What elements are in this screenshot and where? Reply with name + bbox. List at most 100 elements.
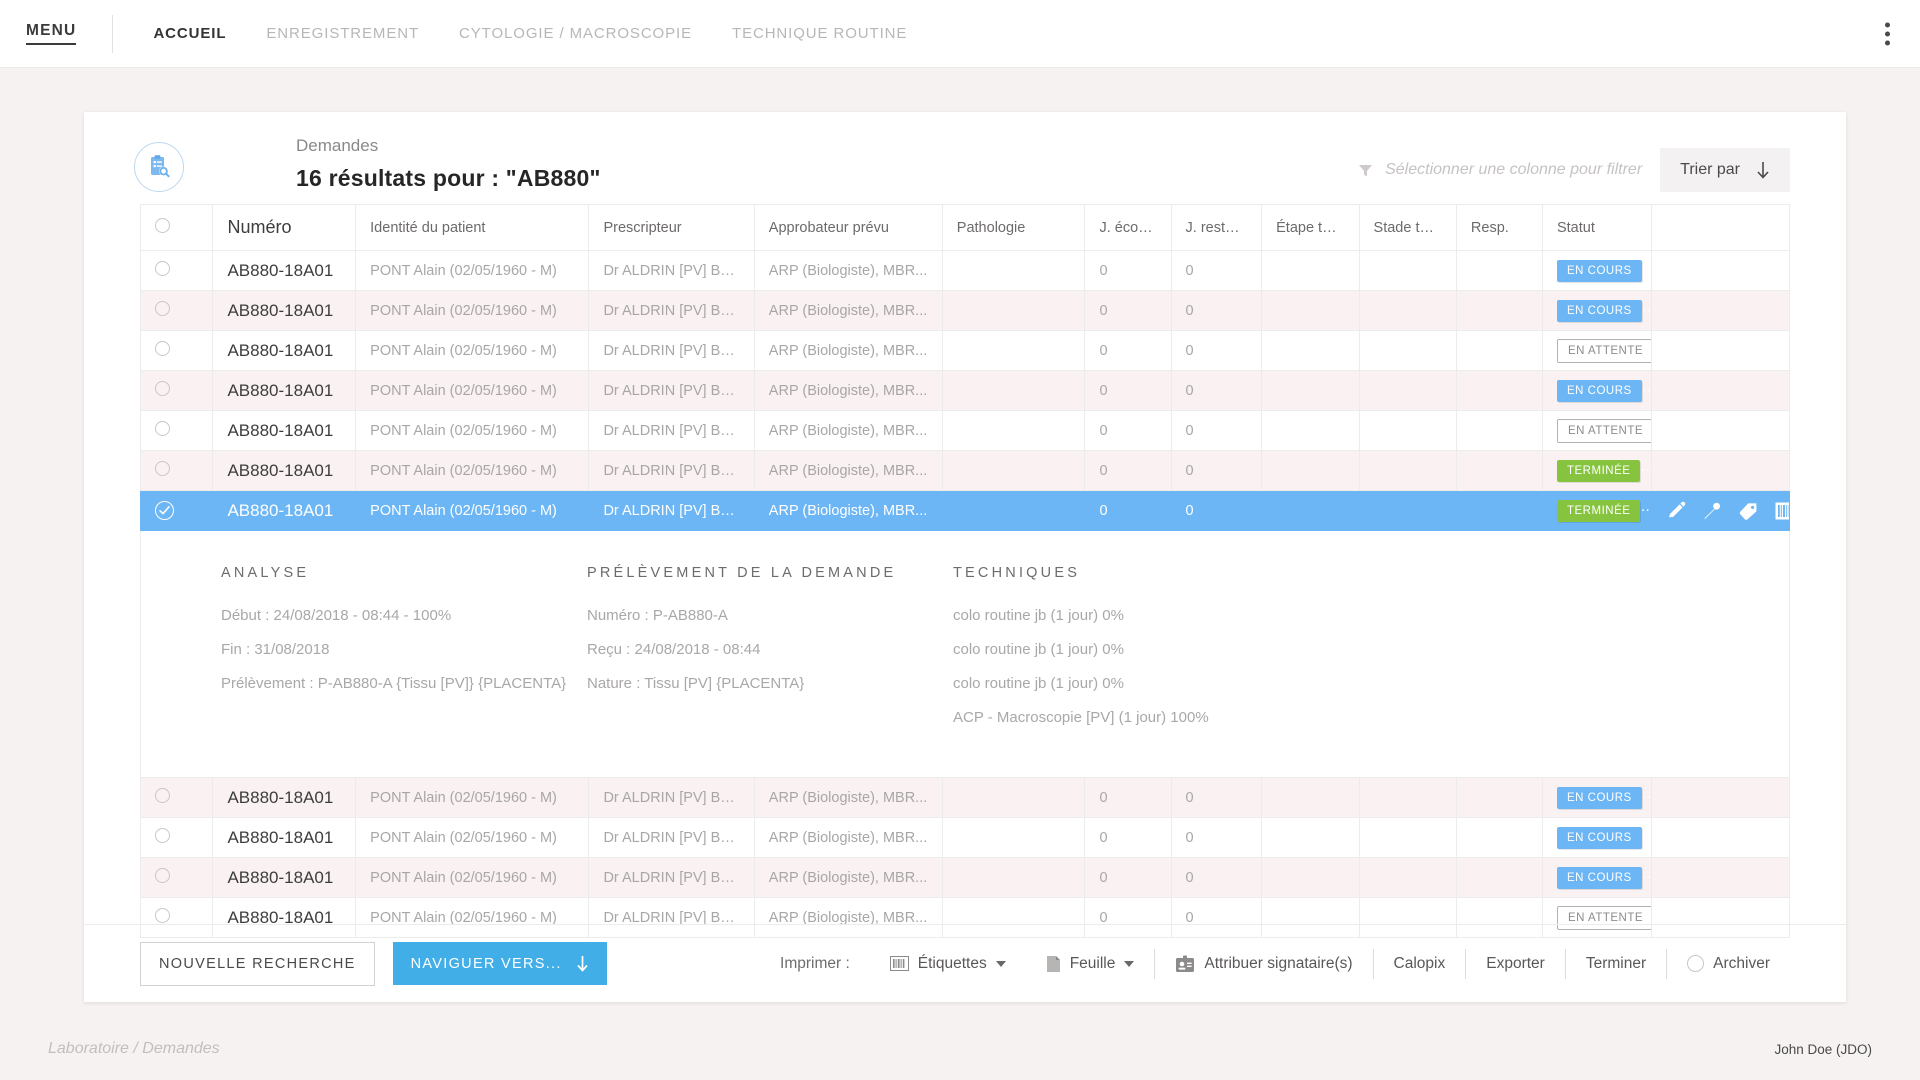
detail-prelevement-line: Nature : Tissu [PV] {PLACENTA} [587, 675, 805, 692]
col-resp[interactable]: Resp. [1455, 204, 1543, 251]
row-select-radio[interactable] [155, 868, 170, 883]
column-filter-selector[interactable]: Sélectionner une colonne pour filtrer [1358, 161, 1642, 179]
bottom-action-bar: NOUVELLE RECHERCHE NAVIGUER VERS... Impr… [84, 924, 1846, 1002]
finish-button[interactable]: Terminer [1566, 955, 1666, 973]
print-labels-label: Étiquettes [917, 954, 987, 972]
table-row[interactable]: AB880-18A01 PONT Alain (02/05/1960 - M) Dr… [139, 330, 1791, 371]
menu-button[interactable]: MENU [26, 22, 77, 45]
cell-pathologie [941, 450, 1086, 491]
status-badge: EN COURS [1556, 259, 1642, 282]
row-select-radio[interactable] [155, 461, 170, 476]
table-row[interactable]: AB880-18A01 PONT Alain (02/05/1960 - M) Dr… [139, 817, 1791, 858]
row-select-cell[interactable] [139, 290, 214, 331]
cell-j-ecoules: 0 [1084, 290, 1172, 331]
tag-icon[interactable] [1738, 501, 1759, 521]
cell-resp [1455, 410, 1543, 451]
calopix-button[interactable]: Calopix [1374, 955, 1466, 973]
cell-j-restants: 0 [1170, 290, 1263, 331]
table-row[interactable]: AB880-18A01 PONT Alain (02/05/1960 - M) Dr… [139, 250, 1791, 291]
col-identite-patient[interactable]: Identité du patient [355, 204, 590, 251]
table-row[interactable]: AB880-18A01 PONT Alain (02/05/1960 - M) Dr… [139, 410, 1791, 451]
status-badge: EN COURS [1556, 379, 1642, 402]
detail-prelevement-title: PRÉLÈVEMENT DE LA DEMANDE [587, 565, 897, 581]
overflow-menu-icon[interactable] [1881, 18, 1894, 49]
nav-item-enregistrement[interactable]: ENREGISTREMENT [266, 25, 419, 42]
table-row[interactable]: AB880-18A01 PONT Alain (02/05/1960 - M) Dr… [139, 777, 1791, 818]
table-row[interactable]: AB880-18A01 PONT Alain (02/05/1960 - M) Dr… [139, 450, 1791, 491]
print-label: Imprimer : [780, 954, 850, 972]
row-select-cell[interactable] [139, 817, 214, 858]
export-button[interactable]: Exporter [1466, 955, 1565, 973]
detail-prelevement-line: Numéro : P-AB880-A [587, 607, 728, 624]
row-select-cell[interactable] [139, 450, 214, 491]
select-all-cell[interactable] [139, 204, 214, 251]
new-search-button[interactable]: NOUVELLE RECHERCHE [140, 941, 375, 986]
row-select-radio[interactable] [155, 908, 170, 923]
cell-j-ecoules: 0 [1084, 490, 1172, 531]
detail-techniques-line: ACP - Macroscopie [PV] (1 jour) 100% [953, 709, 1209, 726]
cell-actions [1650, 777, 1791, 818]
status-badge: EN COURS [1556, 786, 1642, 809]
navigate-to-label: NAVIGUER VERS... [410, 955, 562, 972]
col-j-ecoules[interactable]: J. écoulés [1084, 204, 1172, 251]
col-statut[interactable]: Statut [1541, 204, 1652, 251]
row-select-cell[interactable] [139, 857, 214, 898]
row-select-radio[interactable] [155, 261, 170, 276]
row-select-cell[interactable] [139, 777, 214, 818]
nav-item-accueil[interactable]: ACCUEIL [153, 25, 226, 42]
detail-analyse-line: Début : 24/08/2018 - 08:44 - 100% [221, 607, 452, 624]
row-select-cell[interactable] [139, 370, 214, 411]
select-all-radio[interactable] [155, 218, 170, 233]
row-select-radio[interactable] [155, 421, 170, 436]
col-j-restants[interactable]: J. restants [1170, 204, 1263, 251]
table-row[interactable]: AB880-18A01 PONT Alain (02/05/1960 - M) Dr… [139, 857, 1791, 898]
table-row[interactable]: AB880-18A01 PONT Alain (02/05/1960 - M) Dr… [139, 290, 1791, 331]
row-select-radio[interactable] [155, 788, 170, 803]
cell-statut: EN COURS [1541, 290, 1652, 331]
status-badge: TERMINÉE [1556, 499, 1641, 522]
pipette-icon[interactable] [1702, 501, 1722, 521]
cell-patient: PONT Alain (02/05/1960 - M) [355, 250, 590, 291]
row-select-cell[interactable] [139, 250, 214, 291]
card-header: Demandes 16 résultats pour : "AB880" Sél… [84, 112, 1846, 204]
row-select-radio[interactable] [155, 301, 170, 316]
table-row[interactable]: AB880-18A01 PONT Alain (02/05/1960 - M) Dr… [139, 370, 1791, 411]
cell-j-ecoules: 0 [1084, 250, 1172, 291]
row-select-cell[interactable] [139, 490, 214, 531]
cell-patient: PONT Alain (02/05/1960 - M) [355, 857, 590, 898]
row-select-radio[interactable] [155, 828, 170, 843]
cell-pathologie [941, 817, 1086, 858]
row-select-cell[interactable] [139, 410, 214, 451]
col-stade-tech[interactable]: Stade tech. [1358, 204, 1457, 251]
col-pathologie[interactable]: Pathologie [941, 204, 1086, 251]
archive-radio[interactable] [1687, 955, 1705, 972]
col-prescripteur[interactable]: Prescripteur [588, 204, 755, 251]
current-user: John Doe (JDO) [1774, 1041, 1872, 1057]
table-row[interactable]: AB880-18A01 PONT Alain (02/05/1960 - M) Dr… [139, 490, 1791, 531]
nav-item-cytologie-macroscopie[interactable]: CYTOLOGIE / MACROSCOPIE [459, 25, 692, 42]
assign-signers-button[interactable]: Attribuer signataire(s) [1155, 955, 1372, 973]
cell-patient: PONT Alain (02/05/1960 - M) [355, 450, 590, 491]
nav-item-technique-routine[interactable]: TECHNIQUE ROUTINE [732, 25, 907, 42]
archive-toggle[interactable]: Archiver [1667, 955, 1790, 973]
cell-j-restants: 0 [1170, 490, 1263, 531]
row-select-cell[interactable] [139, 330, 214, 371]
barcode-icon [889, 956, 909, 971]
print-labels-button[interactable]: Étiquettes [870, 955, 1026, 973]
cell-actions [1650, 250, 1791, 291]
navigate-to-button[interactable]: NAVIGUER VERS... [392, 942, 607, 985]
row-select-radio[interactable] [155, 381, 170, 396]
pencil-icon[interactable] [1666, 501, 1686, 521]
requests-table: Numéro Identité du patient Prescripteur … [139, 204, 1791, 938]
nav-divider [112, 14, 114, 53]
col-approbateur-prevu[interactable]: Approbateur prévu [753, 204, 943, 251]
col-numero[interactable]: Numéro [212, 204, 357, 251]
col-etape-tech[interactable]: Étape tech. [1261, 204, 1360, 251]
row-select-radio[interactable] [155, 341, 170, 356]
barcode-icon[interactable] [1775, 502, 1789, 520]
row-selected-radio[interactable] [155, 501, 174, 520]
cell-statut: EN COURS [1541, 777, 1652, 818]
detail-prelevement-line: Reçu : 24/08/2018 - 08:44 [587, 641, 761, 658]
print-sheet-button[interactable]: Feuille [1026, 955, 1155, 973]
sort-by-button[interactable]: Trier par [1660, 148, 1790, 192]
